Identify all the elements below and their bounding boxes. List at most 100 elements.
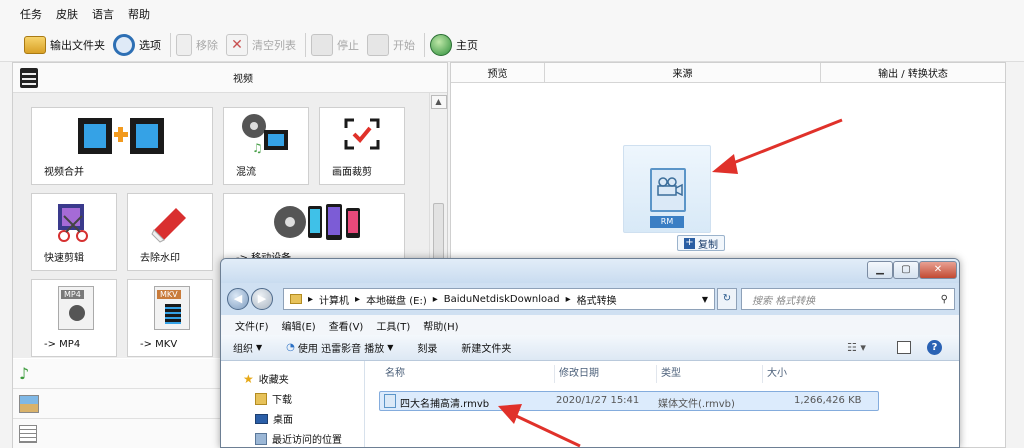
breadcrumb-current-folder[interactable]: 格式转换 xyxy=(577,292,617,307)
toolbar-separator xyxy=(424,32,425,57)
organize-button[interactable]: 组织 ▼ xyxy=(221,340,274,355)
folder-icon xyxy=(290,294,302,304)
video-merge-tile[interactable]: 视频合并 xyxy=(31,107,213,185)
star-icon: ★ xyxy=(243,371,254,386)
nav-favorites[interactable]: ★ 收藏夹 xyxy=(243,371,289,387)
search-placeholder: 搜索 格式转换 xyxy=(752,295,816,307)
preview-column-header[interactable]: 预览 xyxy=(451,63,545,82)
breadcrumb-drive[interactable]: 本地磁盘 (E:) xyxy=(366,292,427,307)
output-status-column-header[interactable]: 输出 / 转换状态 xyxy=(821,63,1005,82)
video-file-icon xyxy=(650,168,686,212)
reel-icon xyxy=(69,305,85,321)
copy-drag-tooltip: + 复制 xyxy=(677,235,725,251)
output-folder-button[interactable]: 输出文件夹 xyxy=(22,30,111,60)
help-icon[interactable]: ? xyxy=(927,340,942,355)
options-button[interactable]: 选项 xyxy=(111,30,167,60)
stop-label: 停止 xyxy=(337,38,359,52)
source-column-header[interactable]: 来源 xyxy=(545,63,821,82)
explorer-content: ★ 收藏夹 下载 桌面 最近访问的位置 名称 修改日期 类型 大小 四大名捕高清… xyxy=(221,361,959,447)
scroll-up-icon[interactable]: ▲ xyxy=(430,95,447,109)
nav-desktop-label: 桌面 xyxy=(273,415,293,426)
to-mkv-tile[interactable]: MKV -> MKV xyxy=(127,279,213,357)
category-title: 视频 xyxy=(233,74,253,85)
to-mkv-label: -> MKV xyxy=(140,339,178,350)
explorer-command-bar: 组织 ▼ ◔ 使用 迅雷影音 播放 ▼ 刻录 新建文件夹 ☷ ▾ ? xyxy=(221,335,959,361)
quick-cut-tile[interactable]: 快速剪辑 xyxy=(31,193,117,271)
menu-tools[interactable]: 工具(T) xyxy=(376,318,410,333)
explorer-menu-bar: 文件(F) 编辑(E) 查看(V) 工具(T) 帮助(H) xyxy=(221,315,959,335)
menu-edit[interactable]: 编辑(E) xyxy=(282,318,316,333)
mkv-file-icon: MKV xyxy=(154,286,190,330)
dragged-file-preview: RM xyxy=(623,145,711,233)
clear-list-button[interactable]: ✕ 清空列表 xyxy=(224,30,302,60)
nav-downloads-label: 下载 xyxy=(272,395,292,406)
date-column-header[interactable]: 修改日期 xyxy=(555,365,657,383)
menu-task[interactable]: 任务 xyxy=(20,6,42,22)
size-column-header[interactable]: 大小 xyxy=(763,365,873,383)
home-button[interactable]: 主页 xyxy=(428,30,484,60)
file-name: 四大名捕高清.rmvb xyxy=(400,399,490,410)
svg-text:♫: ♫ xyxy=(252,141,263,155)
desktop-icon xyxy=(255,413,268,424)
toolbar: 输出文件夹 选项 移除 ✕ 清空列表 停止 开始 主页 xyxy=(0,28,1024,62)
mp4-badge: MP4 xyxy=(61,290,84,299)
burn-button[interactable]: 刻录 xyxy=(405,340,449,355)
menu-help[interactable]: 帮助(H) xyxy=(423,318,458,333)
landscape-icon xyxy=(19,394,39,413)
menu-language[interactable]: 语言 xyxy=(92,6,114,22)
address-bar[interactable]: ▸ 计算机 ▸ 本地磁盘 (E:) ▸ BaiduNetdiskDownload… xyxy=(283,288,715,310)
type-column-header[interactable]: 类型 xyxy=(657,365,763,383)
eraser-icon xyxy=(151,208,186,243)
minimize-button[interactable]: ▁ xyxy=(867,261,893,279)
rm-format-badge: RM xyxy=(650,216,684,228)
output-folder-label: 输出文件夹 xyxy=(50,38,105,52)
breadcrumb-separator-icon: ▸ xyxy=(355,293,361,305)
file-row[interactable]: 四大名捕高清.rmvb 2020/1/27 15:41 媒体文件(.rmvb) … xyxy=(379,391,879,411)
close-button[interactable]: ✕ xyxy=(919,261,957,279)
start-icon xyxy=(367,33,389,56)
crop-tile[interactable]: 画面裁剪 xyxy=(319,107,405,185)
explorer-title-bar[interactable]: ▁ ▢ ✕ xyxy=(221,259,959,283)
address-dropdown-icon[interactable]: ▼ xyxy=(702,295,708,304)
menu-view[interactable]: 查看(V) xyxy=(329,318,364,333)
nav-desktop[interactable]: 桌面 xyxy=(255,411,293,426)
mobile-device-icon xyxy=(274,204,360,240)
nav-downloads[interactable]: 下载 xyxy=(255,391,292,406)
mix-tile[interactable]: ♫ 混流 xyxy=(223,107,309,185)
breadcrumb-download-folder[interactable]: BaiduNetdiskDownload xyxy=(444,294,560,305)
forward-button[interactable]: ▶ xyxy=(251,288,273,310)
back-button[interactable]: ◀ xyxy=(227,288,249,310)
menu-skin[interactable]: 皮肤 xyxy=(56,6,78,22)
nav-recent-label: 最近访问的位置 xyxy=(272,435,342,446)
address-row: ◀ ▶ ▸ 计算机 ▸ 本地磁盘 (E:) ▸ BaiduNetdiskDown… xyxy=(221,285,959,313)
open-with-button[interactable]: ◔ 使用 迅雷影音 播放 ▼ xyxy=(274,340,405,355)
view-options-icon[interactable]: ☷ ▾ xyxy=(847,341,866,354)
nav-recent-places[interactable]: 最近访问的位置 xyxy=(255,431,342,446)
film-reel-icon: ♫ xyxy=(242,114,288,155)
video-category-header[interactable]: 视频 xyxy=(13,63,447,93)
clear-icon: ✕ xyxy=(226,33,248,56)
stop-button[interactable]: 停止 xyxy=(309,30,365,60)
menu-file[interactable]: 文件(F) xyxy=(235,318,269,333)
chevron-down-icon: ▼ xyxy=(387,343,394,352)
preview-pane-icon[interactable] xyxy=(897,341,911,354)
to-mp4-tile[interactable]: MP4 -> MP4 xyxy=(31,279,117,357)
search-input[interactable]: 搜索 格式转换 ⚲ xyxy=(741,288,955,310)
rmvb-file-icon xyxy=(384,394,396,408)
name-column-header[interactable]: 名称 xyxy=(381,365,555,383)
maximize-button[interactable]: ▢ xyxy=(893,261,919,279)
player-icon: ◔ xyxy=(286,342,295,353)
start-button[interactable]: 开始 xyxy=(365,30,421,60)
nav-favorites-label: 收藏夹 xyxy=(258,375,289,386)
download-folder-icon xyxy=(255,392,267,405)
chevron-down-icon: ▼ xyxy=(256,343,263,352)
menu-help[interactable]: 帮助 xyxy=(128,6,150,22)
breadcrumb-computer[interactable]: 计算机 xyxy=(319,292,349,307)
new-folder-button[interactable]: 新建文件夹 xyxy=(449,340,523,355)
breadcrumb-separator-icon: ▸ xyxy=(308,293,314,305)
remove-watermark-tile[interactable]: 去除水印 xyxy=(127,193,213,271)
remove-icon xyxy=(176,33,192,56)
burn-label: 刻录 xyxy=(417,344,438,355)
refresh-button[interactable]: ↻ xyxy=(717,288,737,310)
remove-button[interactable]: 移除 xyxy=(174,30,224,60)
